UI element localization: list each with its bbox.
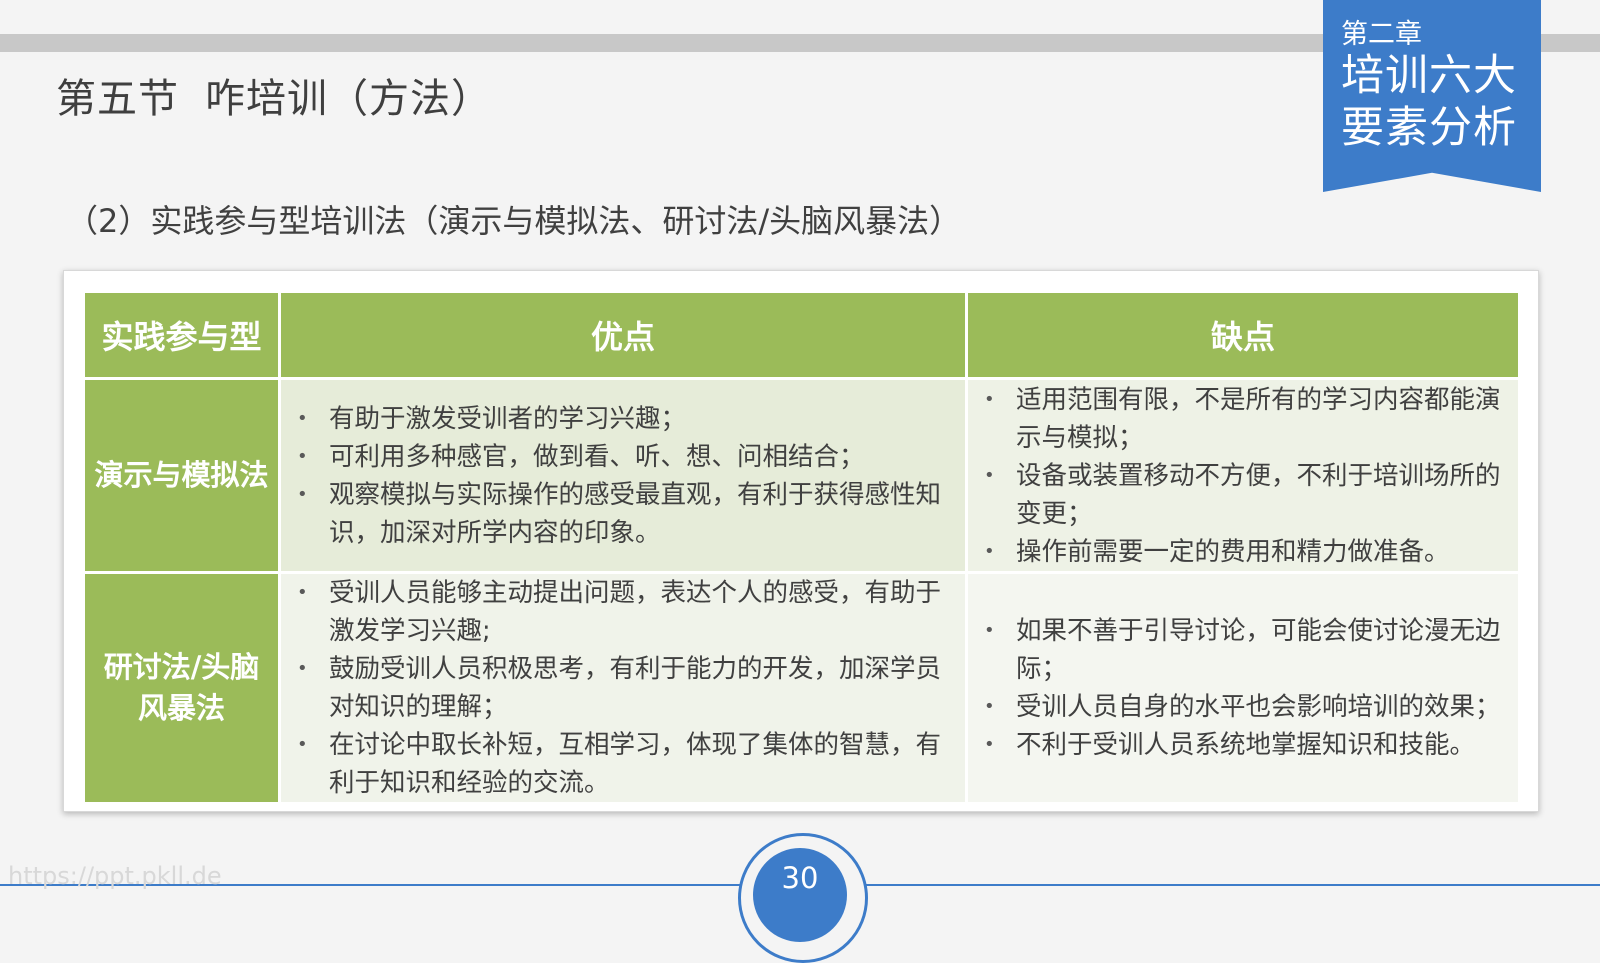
list-item: 受训人员自身的水平也会影响培训的效果； [984, 688, 1512, 726]
row-label-demo-simulation: 演示与模拟法 [82, 377, 281, 574]
slide-subtitle: （2）实践参与型培训法（演示与模拟法、研讨法/头脑风暴法） [66, 202, 962, 240]
row-label-line: 风暴法 [137, 691, 225, 725]
cons-cell: 适用范围有限，不是所有的学习内容都能演示与模拟； 设备或装置移动不方便，不利于培… [965, 377, 1521, 574]
pros-list: 有助于激发受训者的学习兴趣； 可利用多种感官，做到看、听、想、问相结合； 观察模… [281, 400, 965, 552]
cons-list: 如果不善于引导讨论，可能会使讨论漫无边际； 受训人员自身的水平也会影响培训的效果… [968, 612, 1518, 764]
list-item: 鼓励受训人员积极思考，有利于能力的开发，加深学员对知识的理解； [297, 650, 959, 726]
list-item: 受训人员能够主动提出问题，表达个人的感受，有助于激发学习兴趣; [297, 574, 959, 650]
row-label-discussion-brainstorm: 研讨法/头脑 风暴法 [82, 571, 281, 805]
pros-cell: 受训人员能够主动提出问题，表达个人的感受，有助于激发学习兴趣; 鼓励受训人员积极… [278, 571, 968, 805]
header-type: 实践参与型 [82, 290, 281, 380]
section-topic: 咋培训（方法） [205, 76, 492, 122]
list-item: 不利于受训人员系统地掌握知识和技能。 [984, 726, 1512, 764]
section-number: 第五节 [56, 76, 179, 122]
watermark-url: https://ppt.pkll.de [8, 862, 222, 890]
pros-list: 受训人员能够主动提出问题，表达个人的感受，有助于激发学习兴趣; 鼓励受训人员积极… [281, 574, 965, 802]
row-label-line: 研讨法/头脑 [103, 650, 260, 684]
list-item: 观察模拟与实际操作的感受最直观，有利于获得感性知识，加深对所学内容的印象。 [297, 476, 959, 552]
cons-cell: 如果不善于引导讨论，可能会使讨论漫无边际； 受训人员自身的水平也会影响培训的效果… [965, 571, 1521, 805]
header-cons: 缺点 [965, 290, 1521, 380]
pros-cell: 有助于激发受训者的学习兴趣； 可利用多种感官，做到看、听、想、问相结合； 观察模… [278, 377, 968, 574]
table-row: 研讨法/头脑 风暴法 受训人员能够主动提出问题，表达个人的感受，有助于激发学习兴… [82, 571, 1521, 805]
page-number: 30 [753, 848, 847, 942]
list-item: 操作前需要一定的费用和精力做准备。 [984, 533, 1512, 571]
chapter-badge: 第二章 培训六大要素分析 [1323, 0, 1541, 192]
list-item: 可利用多种感官，做到看、听、想、问相结合； [297, 438, 959, 476]
list-item: 设备或装置移动不方便，不利于培训场所的变更； [984, 457, 1512, 533]
list-item: 有助于激发受训者的学习兴趣； [297, 400, 959, 438]
section-title: 第五节 咋培训（方法） [56, 66, 492, 124]
list-item: 适用范围有限，不是所有的学习内容都能演示与模拟； [984, 381, 1512, 457]
chapter-label: 第二章 [1341, 19, 1422, 50]
training-methods-table: 实践参与型 优点 缺点 演示与模拟法 有助于激发受训者的学习兴趣； 可利用多种感… [82, 290, 1521, 805]
list-item: 如果不善于引导讨论，可能会使讨论漫无边际； [984, 612, 1512, 688]
table-header-row: 实践参与型 优点 缺点 [82, 290, 1521, 380]
header-pros: 优点 [278, 290, 968, 380]
table-row: 演示与模拟法 有助于激发受训者的学习兴趣； 可利用多种感官，做到看、听、想、问相… [82, 377, 1521, 574]
list-item: 在讨论中取长补短，互相学习，体现了集体的智慧，有利于知识和经验的交流。 [297, 726, 959, 802]
chapter-title: 培训六大要素分析 [1341, 51, 1517, 153]
cons-list: 适用范围有限，不是所有的学习内容都能演示与模拟； 设备或装置移动不方便，不利于培… [968, 381, 1518, 571]
